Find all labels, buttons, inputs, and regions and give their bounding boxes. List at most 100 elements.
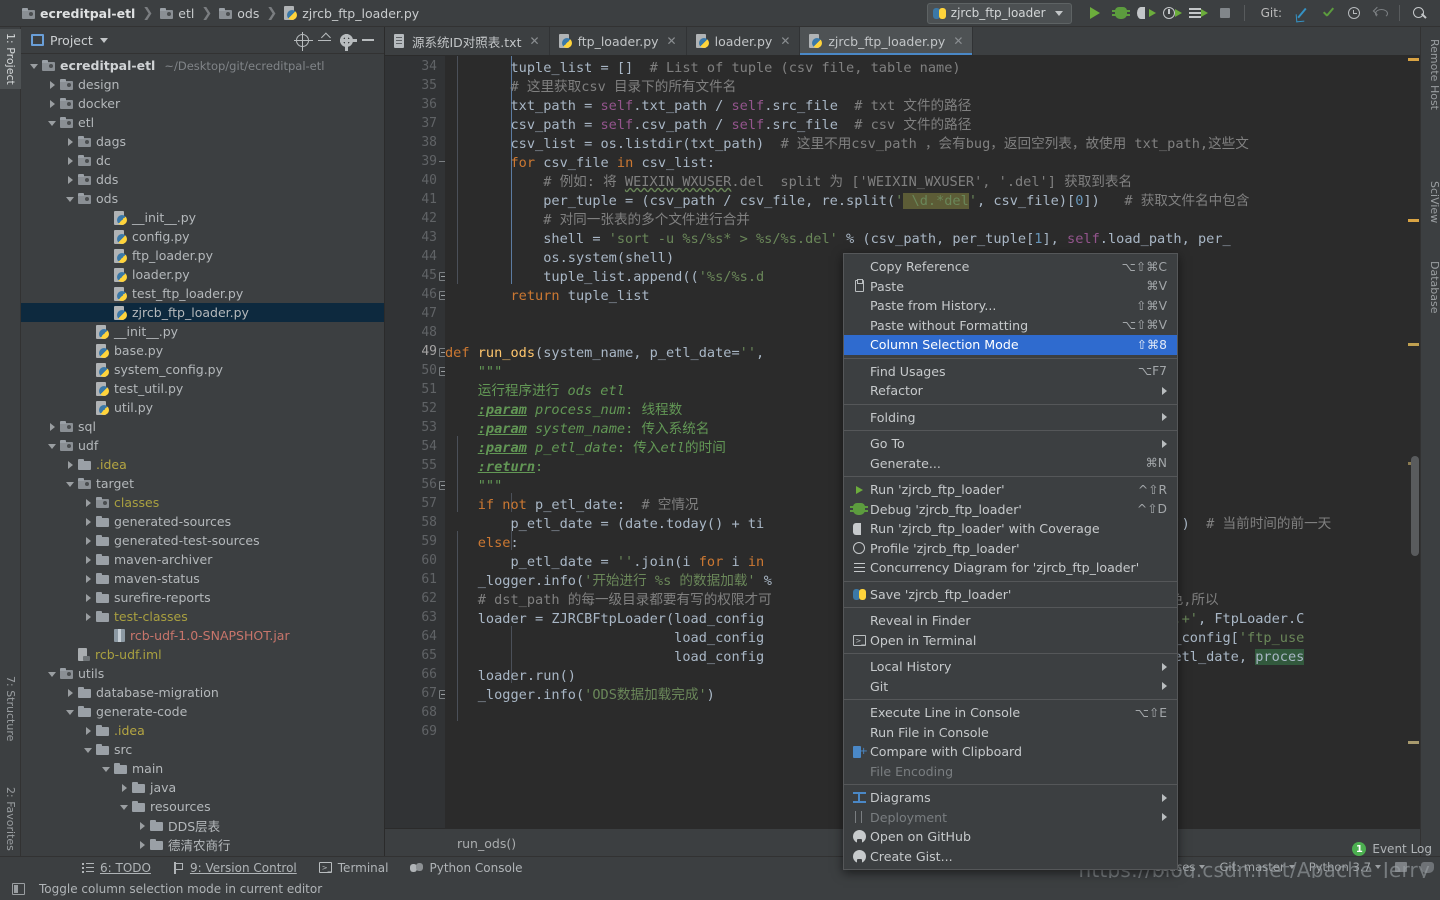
settings-button[interactable] xyxy=(335,30,357,51)
chevron-right-icon[interactable] xyxy=(65,174,76,185)
tree-row[interactable]: maven-archiver xyxy=(21,550,385,569)
chevron-right-icon[interactable] xyxy=(83,535,94,546)
sidebar-item-project[interactable]: 1: Project xyxy=(0,29,21,89)
sidebar-item-structure[interactable]: 7: Structure xyxy=(0,672,21,745)
chevron-right-icon[interactable] xyxy=(47,98,58,109)
chevron-right-icon[interactable] xyxy=(83,497,94,508)
chevron-down-icon[interactable] xyxy=(47,117,58,128)
context-menu-item[interactable]: Local History xyxy=(844,657,1177,677)
warning-marker[interactable] xyxy=(1408,58,1419,61)
tree-row[interactable]: generated-sources xyxy=(21,512,385,531)
sidebar-item-favorites[interactable]: 2: Favorites xyxy=(0,783,21,855)
chevron-down-icon[interactable] xyxy=(119,801,130,812)
chevron-right-icon[interactable] xyxy=(83,592,94,603)
context-menu-item[interactable]: Find Usages ⌥F7 xyxy=(844,362,1177,382)
tree-row[interactable]: DDS层表 xyxy=(21,816,385,835)
tree-row[interactable]: ods xyxy=(21,189,385,208)
git-rollback-button[interactable] xyxy=(1367,2,1393,24)
sidebar-item-sciview[interactable]: SciView xyxy=(1424,177,1440,227)
tree-row[interactable]: 德清农商行 xyxy=(21,835,385,854)
chevron-right-icon[interactable] xyxy=(65,687,76,698)
chevron-down-icon[interactable] xyxy=(65,478,76,489)
scroll-from-source-button[interactable] xyxy=(291,30,313,51)
tree-row[interactable]: database-migration xyxy=(21,683,385,702)
context-menu-item[interactable]: Go To xyxy=(844,434,1177,454)
tree-row[interactable]: ftp_loader.py xyxy=(21,246,385,265)
context-menu-item[interactable]: Compare with Clipboard xyxy=(844,742,1177,762)
tree-row[interactable]: utils xyxy=(21,664,385,683)
tree-row[interactable]: docker xyxy=(21,94,385,113)
context-menu-item[interactable]: Paste from History... ⇧⌘V xyxy=(844,296,1177,316)
tree-row[interactable]: surefire-reports xyxy=(21,588,385,607)
tree-row[interactable]: main xyxy=(21,759,385,778)
chevron-right-icon[interactable] xyxy=(119,782,130,793)
tree-row[interactable]: etl xyxy=(21,113,385,132)
tree-row[interactable]: generate-code xyxy=(21,702,385,721)
tree-row[interactable]: dds xyxy=(21,170,385,189)
breadcrumb-item-project[interactable]: ecreditpal-etl ❯ xyxy=(22,6,160,21)
context-menu-item[interactable]: Generate... ⌘N xyxy=(844,454,1177,474)
run-coverage-button[interactable] xyxy=(1134,2,1160,24)
editor-tab[interactable]: ftp_loader.py ✕ xyxy=(550,27,687,55)
context-menu-item[interactable]: Paste without Formatting ⌥⇧⌘V xyxy=(844,316,1177,336)
editor-context-menu[interactable]: Copy Reference ⌥⇧⌘C Paste ⌘V Paste from Hist… xyxy=(843,253,1178,870)
close-icon[interactable]: ✕ xyxy=(530,34,540,48)
debug-button[interactable] xyxy=(1108,2,1134,24)
warning-marker[interactable] xyxy=(1408,343,1419,346)
chevron-right-icon[interactable] xyxy=(65,459,76,470)
close-icon[interactable]: ✕ xyxy=(953,34,963,48)
tree-row[interactable]: .idea xyxy=(21,721,385,740)
sidebar-item-remote-host[interactable]: Remote Host xyxy=(1424,35,1440,114)
chevron-right-icon[interactable] xyxy=(137,820,148,831)
search-everywhere-button[interactable] xyxy=(1406,2,1432,24)
tree-row[interactable]: generated-test-sources xyxy=(21,531,385,550)
context-menu-item[interactable]: Diagrams xyxy=(844,788,1177,808)
chevron-down-icon[interactable] xyxy=(99,37,108,43)
chevron-right-icon[interactable] xyxy=(83,573,94,584)
sidebar-item-database[interactable]: Database xyxy=(1424,257,1440,318)
chevron-right-icon[interactable] xyxy=(47,79,58,90)
vertical-scrollbar[interactable] xyxy=(1411,456,1419,556)
context-menu-item[interactable]: Run 'zjrcb_ftp_loader' ^⇧R xyxy=(844,480,1177,500)
run-button[interactable] xyxy=(1082,2,1108,24)
tree-row[interactable]: classes xyxy=(21,493,385,512)
chevron-right-icon[interactable] xyxy=(65,136,76,147)
chevron-right-icon[interactable] xyxy=(83,554,94,565)
tree-row[interactable]: __init__.py xyxy=(21,322,385,341)
context-menu-item[interactable]: Open on GitHub xyxy=(844,827,1177,847)
git-update-button[interactable] xyxy=(1289,2,1315,24)
chevron-right-icon[interactable] xyxy=(65,155,76,166)
git-history-button[interactable] xyxy=(1341,2,1367,24)
context-menu-item[interactable]: Column Selection Mode ⇧⌘8 xyxy=(844,335,1177,355)
editor-gutter[interactable]: 34 35 36 37 38 39 40 41 42 43 44 45 46 47 48 49 50 51 52 53… xyxy=(385,56,448,828)
collapse-all-button[interactable] xyxy=(313,30,335,50)
context-menu-item[interactable]: Open in Terminal xyxy=(844,631,1177,651)
context-menu-item[interactable]: Profile 'zjrcb_ftp_loader' xyxy=(844,539,1177,559)
context-menu-item[interactable]: Create Gist... xyxy=(844,847,1177,867)
breadcrumb-item-ods[interactable]: ods ❯ xyxy=(219,6,284,21)
context-menu-item[interactable]: Execute Line in Console ⌥⇧E xyxy=(844,703,1177,723)
chevron-right-icon[interactable] xyxy=(83,725,94,736)
chevron-down-icon[interactable] xyxy=(47,440,58,451)
chevron-right-icon[interactable] xyxy=(83,611,94,622)
memory-indicator[interactable] xyxy=(1395,862,1407,872)
concurrency-button[interactable] xyxy=(1186,2,1212,24)
context-menu-item[interactable]: Folding xyxy=(844,408,1177,428)
tree-row[interactable]: rcb-udf-1.0-SNAPSHOT.jar xyxy=(21,626,385,645)
git-commit-button[interactable] xyxy=(1315,2,1341,24)
context-menu-item[interactable]: Reveal in Finder xyxy=(844,611,1177,631)
context-menu-item[interactable]: Refactor xyxy=(844,381,1177,401)
tree-row[interactable]: test_util.py xyxy=(21,379,385,398)
chevron-down-icon[interactable] xyxy=(65,706,76,717)
tree-row[interactable]: base.py xyxy=(21,341,385,360)
chevron-down-icon[interactable] xyxy=(83,744,94,755)
chevron-down-icon[interactable] xyxy=(101,763,112,774)
hide-panel-button[interactable] xyxy=(357,30,379,50)
tree-row[interactable]: maven-status xyxy=(21,569,385,588)
tree-row[interactable]: zjrcb_ftp_loader.py xyxy=(21,303,385,322)
tree-row[interactable]: test_ftp_loader.py xyxy=(21,284,385,303)
tree-row[interactable]: src xyxy=(21,740,385,759)
tree-row[interactable]: rcb-udf.iml xyxy=(21,645,385,664)
tool-window-python-console[interactable]: Python Console xyxy=(410,861,523,875)
tree-row[interactable]: __init__.py xyxy=(21,208,385,227)
